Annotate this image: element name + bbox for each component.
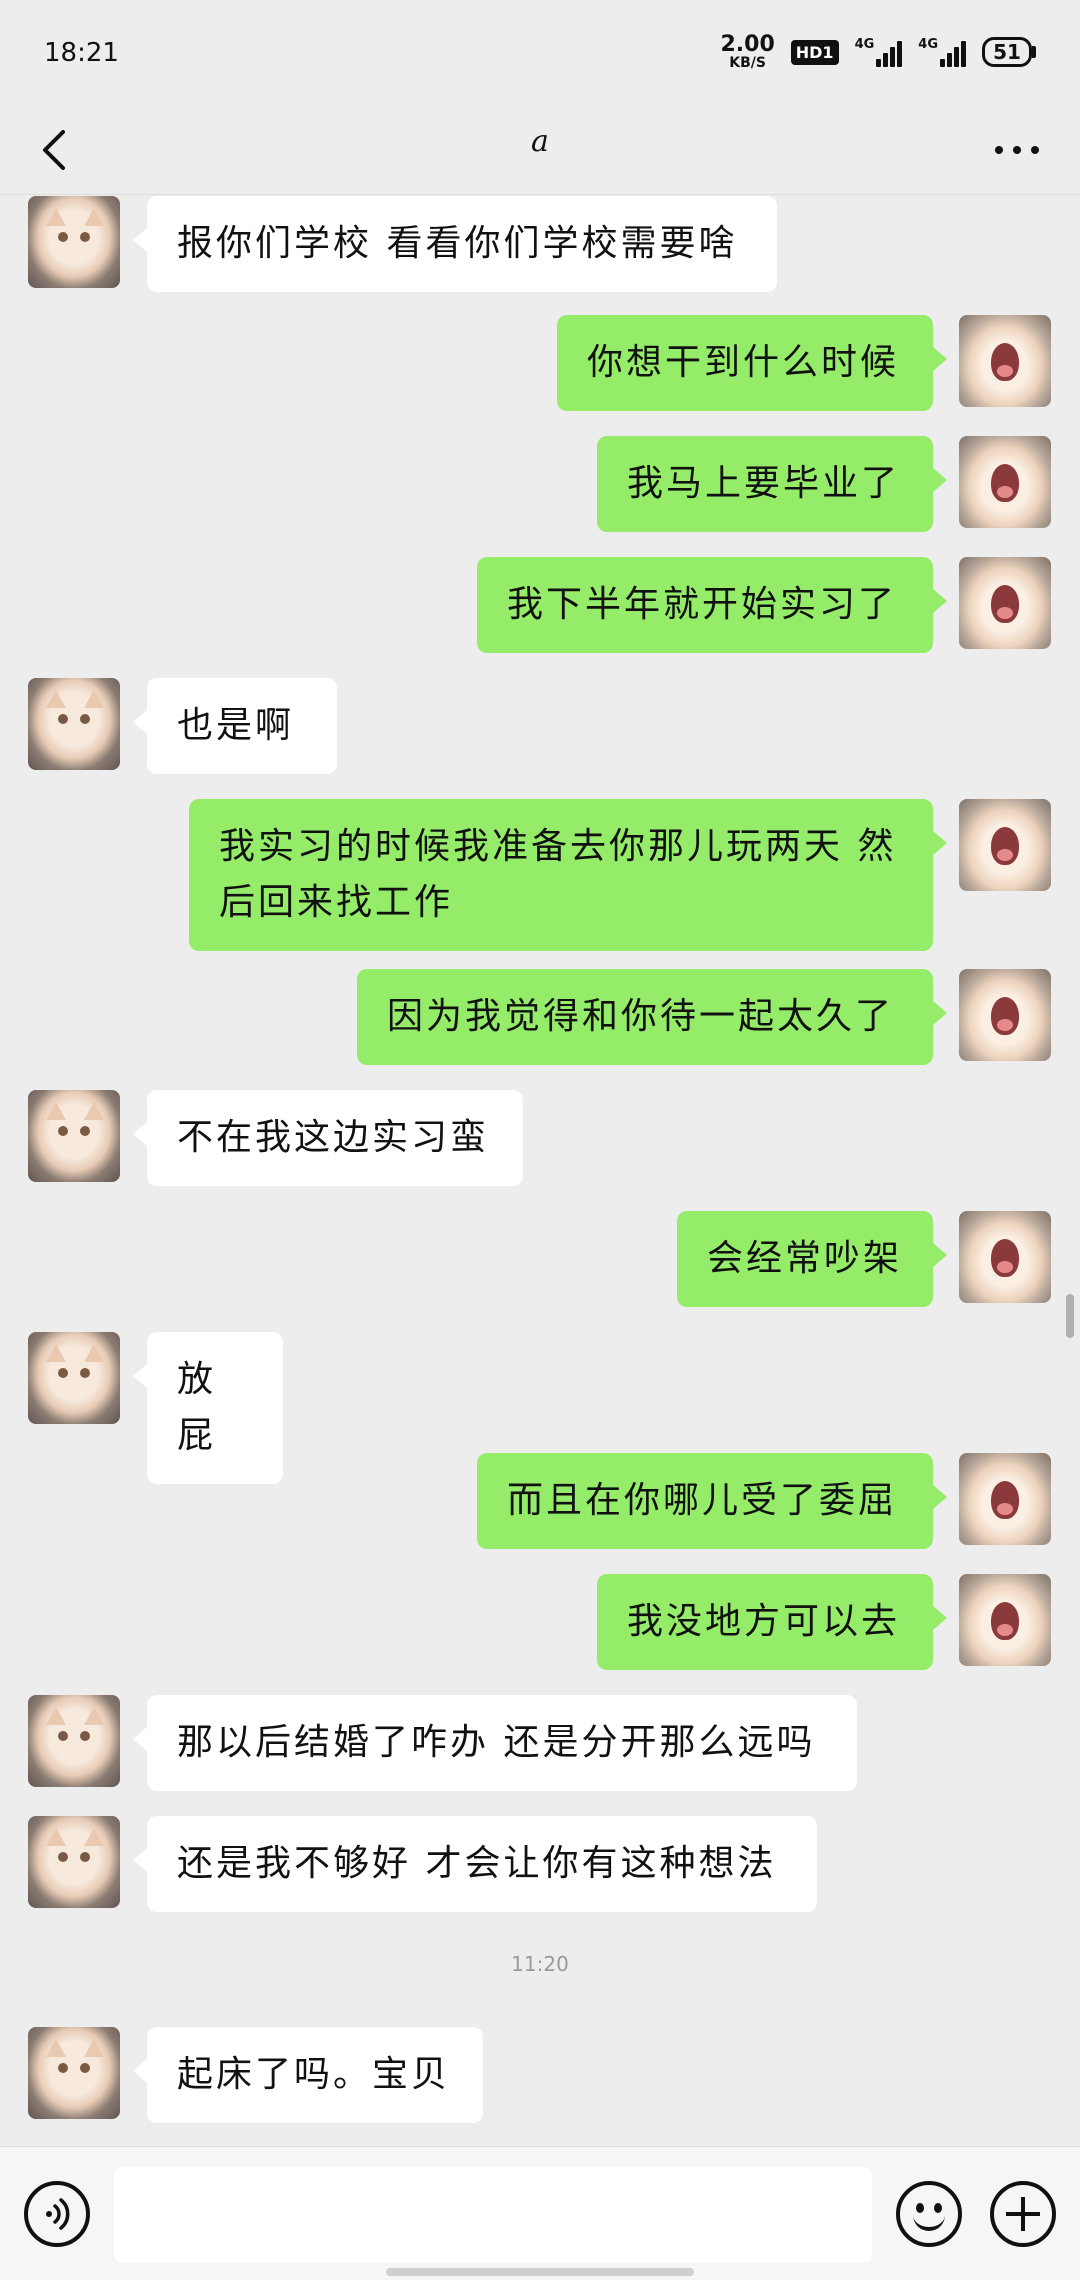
- message-bubble-peer[interactable]: 起床了吗。宝贝: [133, 2027, 483, 2123]
- network-speed-unit: KB/S: [729, 55, 766, 71]
- battery-level: 51: [982, 37, 1032, 67]
- self-avatar[interactable]: [959, 1574, 1051, 1666]
- message-bubble-self[interactable]: 会经常吵架: [677, 1211, 947, 1307]
- chat-header: a: [0, 110, 1080, 195]
- voice-icon: [46, 2198, 70, 2230]
- message-bubble-self[interactable]: 我没地方可以去: [597, 1574, 947, 1670]
- battery-icon: 51: [982, 37, 1036, 67]
- message-bubble-peer[interactable]: 也是啊: [133, 678, 337, 774]
- peer-avatar[interactable]: [28, 1332, 120, 1424]
- self-avatar[interactable]: [959, 969, 1051, 1061]
- message-bubble-self[interactable]: 我下半年就开始实习了: [477, 557, 947, 653]
- self-avatar[interactable]: [959, 1453, 1051, 1545]
- more-button[interactable]: [982, 120, 1052, 180]
- status-icons: 2.00 KB/S HD1 4G 4G 51: [720, 34, 1036, 70]
- message-bubble-peer[interactable]: 不在我这边实习蛮: [133, 1090, 523, 1186]
- signal-icon: 4G: [855, 37, 903, 67]
- scrollbar[interactable]: [1066, 1294, 1074, 1338]
- self-avatar[interactable]: [959, 436, 1051, 528]
- plus-button[interactable]: [990, 2181, 1056, 2247]
- peer-avatar[interactable]: [28, 1090, 120, 1182]
- message-list[interactable]: 报你们学校 看看你们学校需要啥 你想干到什么时候 我马上要毕业了 我下半年就开始…: [0, 196, 1080, 2146]
- voice-button[interactable]: [24, 2181, 90, 2247]
- chat-title: a: [531, 124, 549, 159]
- message-bubble-self[interactable]: 因为我觉得和你待一起太久了: [357, 969, 947, 1065]
- message-bubble-peer[interactable]: 放屁: [133, 1332, 283, 1484]
- self-avatar[interactable]: [959, 1211, 1051, 1303]
- emoji-icon: [916, 2203, 924, 2213]
- message-bubble-peer[interactable]: 还是我不够好 才会让你有这种想法: [133, 1816, 817, 1912]
- signal-1-label: 4G: [854, 37, 875, 52]
- peer-avatar[interactable]: [28, 1695, 120, 1787]
- signal-2-label: 4G: [918, 37, 938, 52]
- signal-icon: 4G: [918, 37, 966, 67]
- home-indicator[interactable]: [386, 2268, 694, 2276]
- self-avatar[interactable]: [959, 315, 1051, 407]
- message-bubble-self[interactable]: 你想干到什么时候: [557, 315, 947, 411]
- peer-avatar[interactable]: [28, 196, 120, 288]
- message-bubble-self[interactable]: 我马上要毕业了: [597, 436, 947, 532]
- message-bubble-peer[interactable]: 报你们学校 看看你们学校需要啥: [133, 196, 777, 292]
- hd-badge: HD1: [790, 39, 839, 65]
- input-bar: [0, 2146, 1080, 2280]
- message-timestamp: 11:20: [511, 1952, 569, 1976]
- peer-avatar[interactable]: [28, 1816, 120, 1908]
- message-bubble-self[interactable]: 我实习的时候我准备去你那儿玩两天 然后回来找工作: [189, 799, 947, 951]
- network-speed-value: 2.00: [720, 32, 775, 57]
- message-input[interactable]: [114, 2167, 872, 2263]
- message-bubble-self[interactable]: 而且在你哪儿受了委屈: [477, 1453, 947, 1549]
- emoji-button[interactable]: [896, 2181, 962, 2247]
- network-speed: 2.00 KB/S: [720, 32, 775, 71]
- self-avatar[interactable]: [959, 799, 1051, 891]
- status-time: 18:21: [44, 38, 119, 68]
- status-bar: 18:21 2.00 KB/S HD1 4G 4G 51: [0, 0, 1080, 110]
- self-avatar[interactable]: [959, 557, 1051, 649]
- message-bubble-peer[interactable]: 那以后结婚了咋办 还是分开那么远吗: [133, 1695, 857, 1791]
- peer-avatar[interactable]: [28, 678, 120, 770]
- peer-avatar[interactable]: [28, 2027, 120, 2119]
- more-dots-icon: [995, 146, 1003, 154]
